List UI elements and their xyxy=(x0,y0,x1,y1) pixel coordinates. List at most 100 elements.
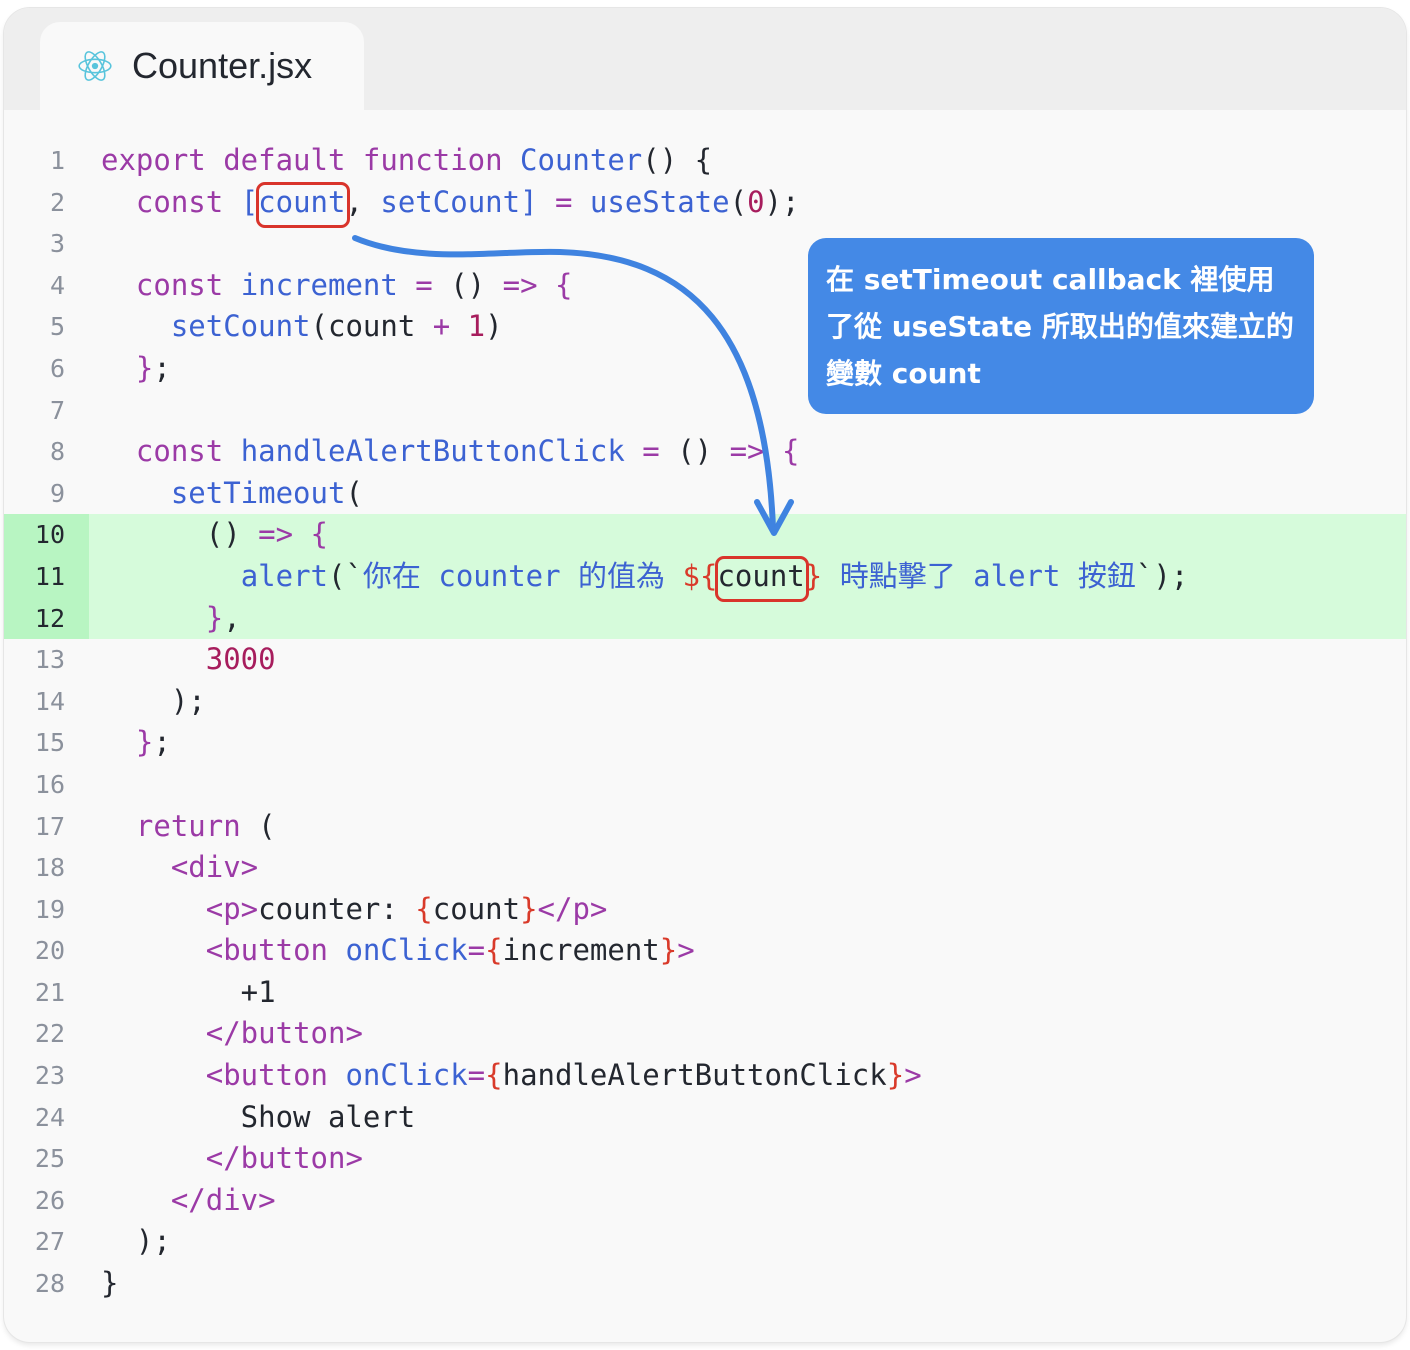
code-token: alert xyxy=(240,558,328,593)
code-token: [ xyxy=(240,184,259,219)
code-token: ( xyxy=(345,475,363,510)
line-number: 20 xyxy=(34,936,65,966)
code-token: ( xyxy=(729,184,748,219)
code-token: setTimeout xyxy=(170,475,346,510)
code-token: useState xyxy=(589,184,730,219)
code-token: = xyxy=(397,267,451,302)
code-line: 23 <button onClick={handleAlertButtonCli… xyxy=(4,1055,1406,1097)
line-code: 3000 xyxy=(101,639,276,681)
code-line: 19 <p>counter: {count}</p> xyxy=(4,889,1406,931)
code-token: } xyxy=(886,1058,905,1093)
line-number: 13 xyxy=(34,645,65,675)
line-code: <button onClick={handleAlertButtonClick}… xyxy=(101,1055,922,1097)
line-number: 18 xyxy=(34,853,65,883)
code-token: + xyxy=(432,309,468,344)
line-number: 17 xyxy=(34,811,65,841)
code-line: 16 xyxy=(4,764,1406,806)
code-line: 12 }, xyxy=(4,597,1406,640)
code-token: = xyxy=(467,933,486,968)
code-token: } xyxy=(659,933,678,968)
code-token: setCount] xyxy=(380,184,538,219)
line-number: 1 xyxy=(49,146,65,175)
code-token: () xyxy=(677,434,730,469)
line-code: setTimeout( xyxy=(101,473,363,515)
code-token: const xyxy=(135,434,241,469)
code-line: 13 3000 xyxy=(4,639,1406,681)
line-code: const increment = () => { xyxy=(101,265,573,307)
code-line: 2 const [count, setCount] = useState(0); xyxy=(4,182,1406,224)
line-code: }; xyxy=(101,722,171,764)
code-token: 你在 counter 的值為 xyxy=(362,558,683,593)
code-line: 21 +1 xyxy=(4,972,1406,1014)
code-token: handleAlertButtonClick xyxy=(502,1058,887,1093)
line-code: <div> xyxy=(101,847,258,889)
code-token: ); xyxy=(764,184,800,219)
line-number: 5 xyxy=(49,312,65,342)
code-line: 11 alert(`你在 counter 的值為 ${count} 時點擊了 a… xyxy=(4,555,1406,598)
line-number: 7 xyxy=(49,395,65,425)
code-line: 9 setTimeout( xyxy=(4,473,1406,515)
line-code: <p>counter: {count}</p> xyxy=(101,889,608,931)
code-token: handleAlertButtonClick xyxy=(240,434,625,469)
code-token: <button xyxy=(205,933,346,968)
code-line: 24 Show alert xyxy=(4,1097,1406,1139)
code-line: 20 <button onClick={increment}> xyxy=(4,930,1406,972)
line-number: 14 xyxy=(34,686,65,716)
code-token: count xyxy=(432,891,521,926)
line-number: 3 xyxy=(49,229,65,259)
line-number: 26 xyxy=(34,1185,65,1215)
code-token: => { xyxy=(729,434,800,469)
code-line: 27 ); xyxy=(4,1221,1406,1263)
code-token: return xyxy=(135,808,259,843)
line-number: 10 xyxy=(4,514,89,556)
line-number: 11 xyxy=(4,555,89,598)
tab-bar: Counter.jsx xyxy=(4,8,1406,112)
line-number: 25 xyxy=(34,1144,65,1174)
code-token: = xyxy=(537,184,590,219)
code-line: 28} xyxy=(4,1263,1406,1305)
code-token: <p> xyxy=(205,891,259,926)
code-token: const xyxy=(135,184,241,219)
line-number: 6 xyxy=(49,353,65,383)
code-line: 22 </button> xyxy=(4,1013,1406,1055)
code-token: increment xyxy=(502,933,660,968)
tab-counter-jsx[interactable]: Counter.jsx xyxy=(40,22,364,112)
line-code: </button> xyxy=(101,1013,363,1055)
line-code: } xyxy=(101,1263,118,1305)
code-token: 1 xyxy=(467,309,486,344)
code-token: onClick xyxy=(345,933,468,968)
code-token: </div> xyxy=(170,1182,276,1217)
code-token: () xyxy=(450,267,503,302)
code-token: => { xyxy=(258,517,328,552)
code-token: } xyxy=(135,725,154,760)
line-code: alert(`你在 counter 的值為 ${count} 時點擊了 aler… xyxy=(101,556,1189,598)
code-line: 17 return ( xyxy=(4,806,1406,848)
line-code: }; xyxy=(101,348,171,390)
code-token: } xyxy=(804,558,823,593)
code-line: 26 </div> xyxy=(4,1180,1406,1222)
code-token: () xyxy=(101,517,259,552)
code-token: </button> xyxy=(205,1016,363,1051)
react-icon xyxy=(78,51,112,81)
code-line: 15 }; xyxy=(4,722,1406,764)
line-number: 8 xyxy=(49,437,65,467)
line-number: 15 xyxy=(34,728,65,758)
callout-note: 在 setTimeout callback 裡使用了從 useState 所取出… xyxy=(808,238,1314,414)
line-code: const handleAlertButtonClick = () => { xyxy=(101,431,800,473)
line-code: export default function Counter() { xyxy=(101,140,712,182)
line-number: 19 xyxy=(34,894,65,924)
code-token: ); xyxy=(101,683,206,718)
code-token: </button> xyxy=(205,1141,363,1176)
line-code: <button onClick={increment}> xyxy=(101,930,695,972)
